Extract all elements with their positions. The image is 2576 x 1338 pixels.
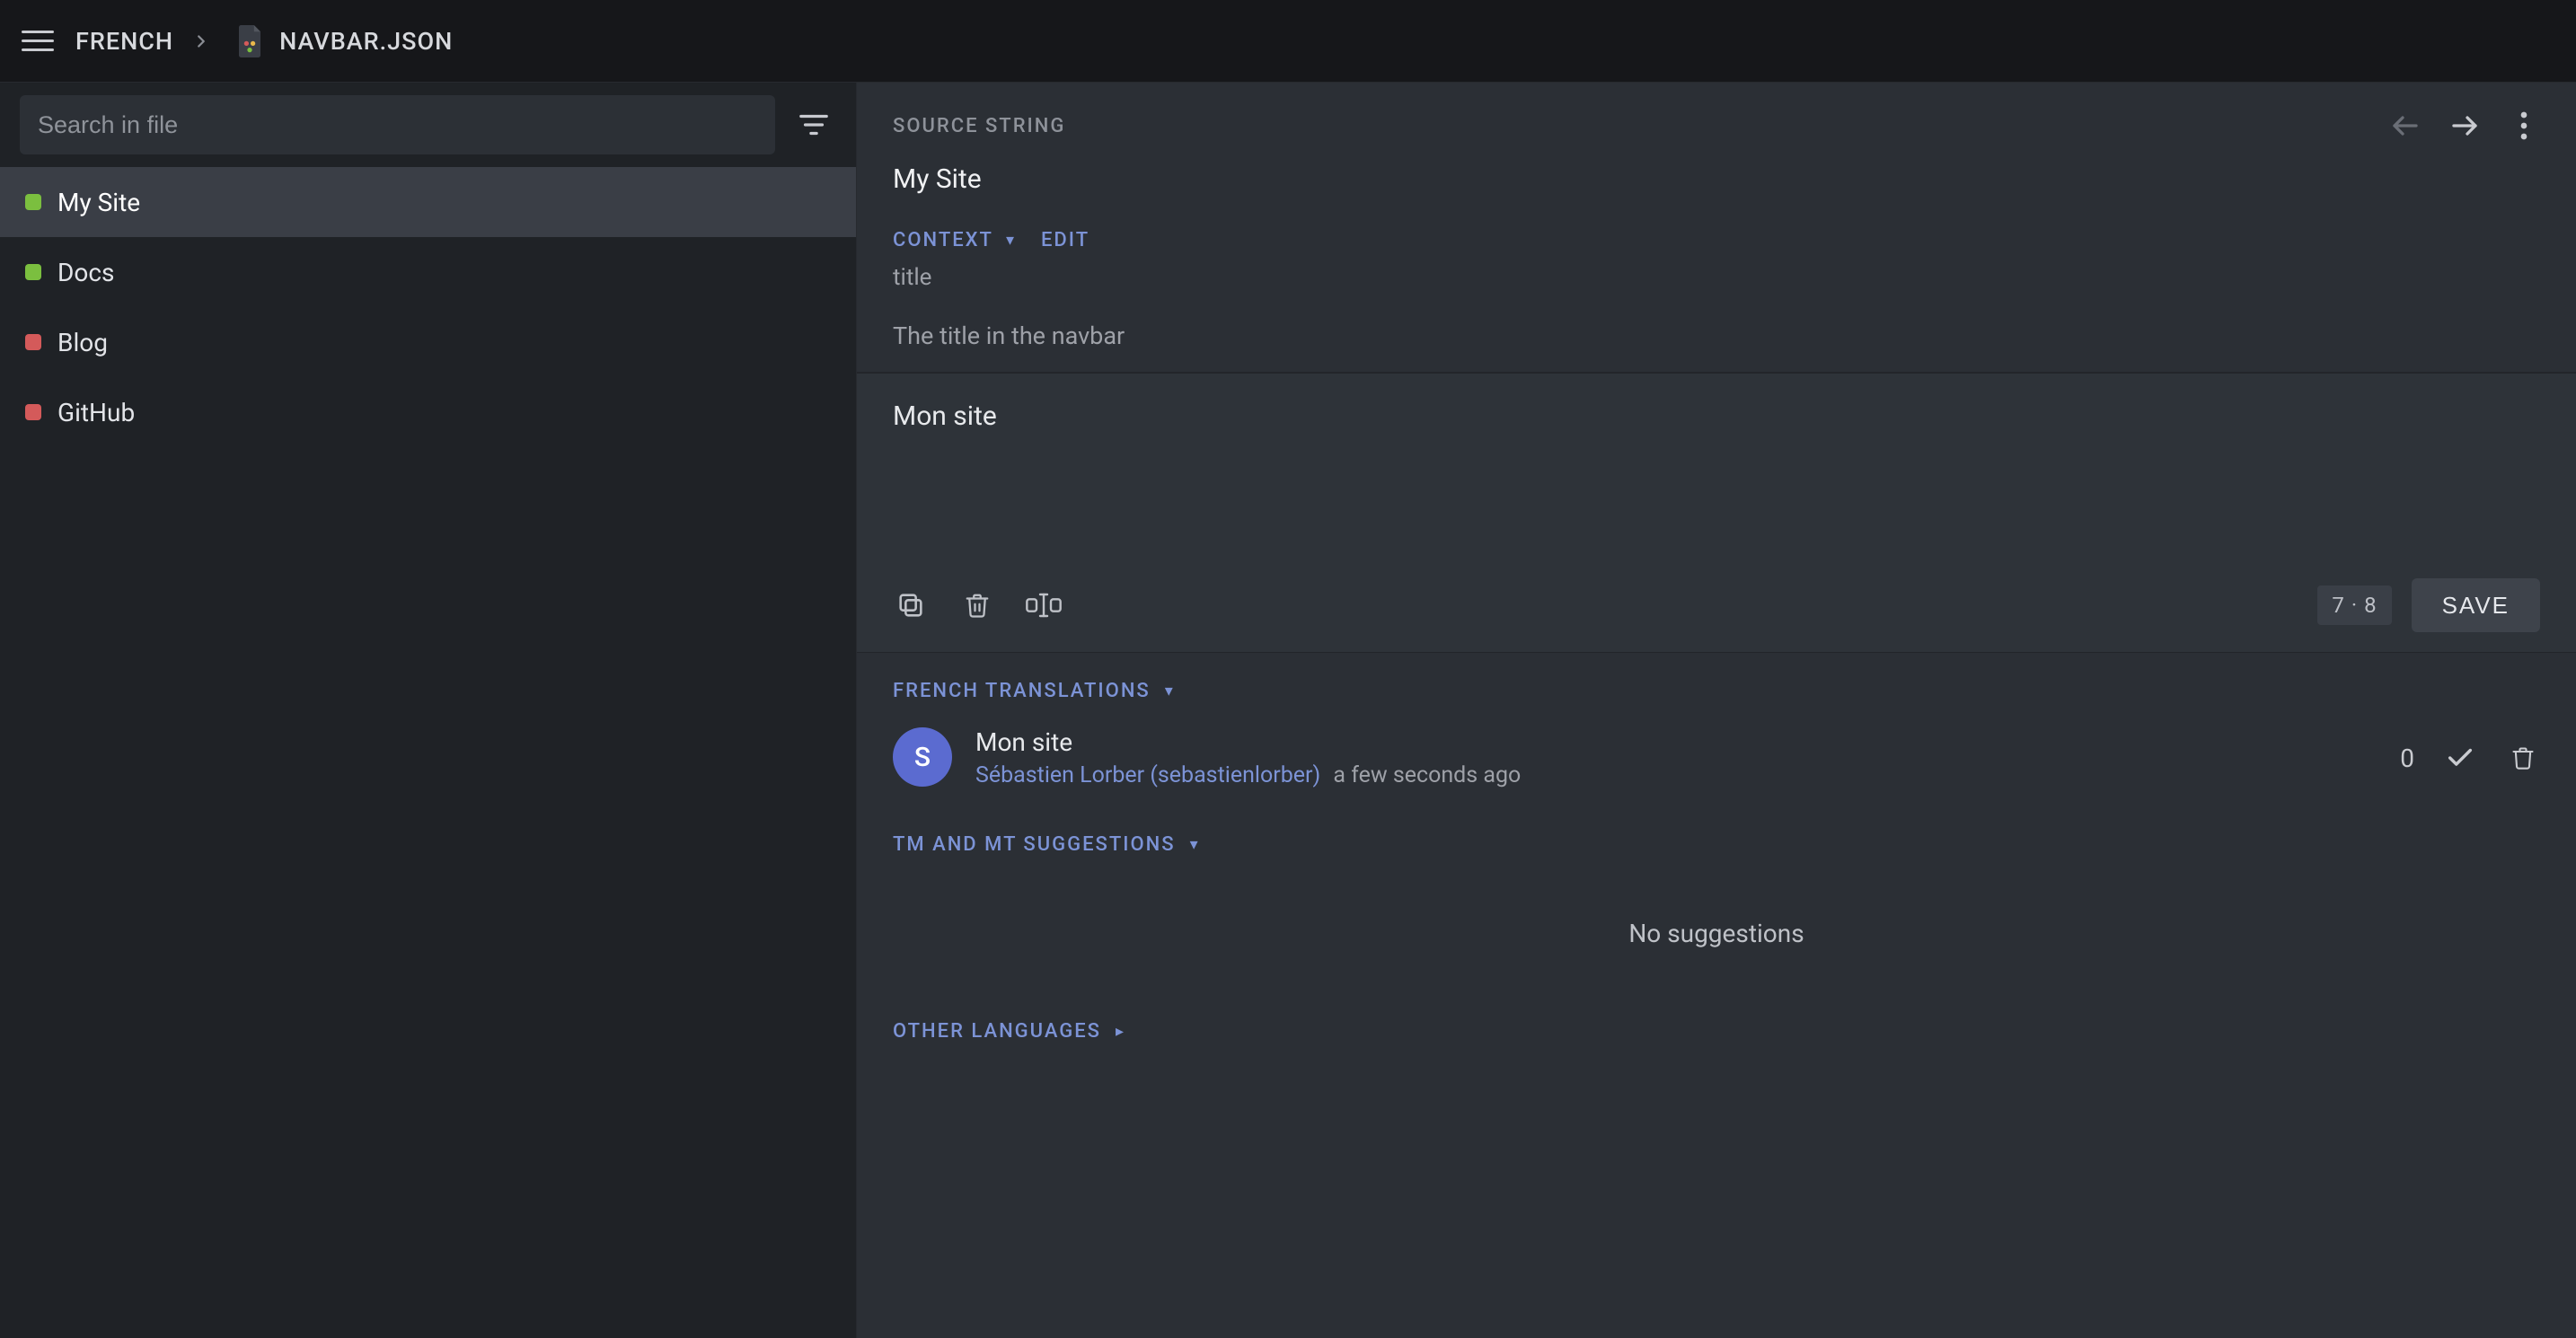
breadcrumb-language[interactable]: FRENCH bbox=[75, 27, 173, 56]
context-key: title bbox=[893, 264, 2540, 291]
string-item-label: GitHub bbox=[57, 398, 135, 427]
char-count: 7 · 8 bbox=[2317, 585, 2391, 625]
json-file-icon bbox=[234, 23, 265, 59]
context-toggle[interactable]: CONTEXT bbox=[893, 229, 1016, 251]
translation-author[interactable]: Sébastien Lorber (sebastienlorber) bbox=[975, 762, 1320, 788]
string-item-docs[interactable]: Docs bbox=[0, 237, 856, 307]
translation-input[interactable] bbox=[893, 401, 2540, 553]
translation-text: Mon site bbox=[975, 727, 1521, 757]
approve-button[interactable] bbox=[2443, 741, 2477, 775]
status-indicator bbox=[25, 404, 41, 420]
content-pane: SOURCE STRING My Site bbox=[857, 83, 2576, 1338]
breadcrumb-file-label: NAVBAR.JSON bbox=[279, 27, 453, 56]
next-string-button[interactable] bbox=[2448, 110, 2481, 142]
source-string-label: SOURCE STRING bbox=[893, 115, 1065, 137]
translation-item[interactable]: S Mon site Sébastien Lorber (sebastienlo… bbox=[893, 727, 2540, 788]
other-languages-toggle[interactable]: OTHER LANGUAGES bbox=[893, 1020, 2540, 1043]
translations-block: FRENCH TRANSLATIONS S Mon site Sébastien… bbox=[857, 653, 2576, 797]
context-edit-button[interactable]: EDIT bbox=[1041, 229, 1090, 251]
status-indicator bbox=[25, 334, 41, 350]
clear-button[interactable] bbox=[959, 587, 995, 623]
string-item-github[interactable]: GitHub bbox=[0, 377, 856, 447]
copy-source-button[interactable] bbox=[893, 587, 929, 623]
menu-button[interactable] bbox=[22, 21, 63, 62]
vote-score: 0 bbox=[2400, 744, 2414, 773]
string-list: My Site Docs Blog GitHub bbox=[0, 167, 856, 1338]
other-languages-block: OTHER LANGUAGES bbox=[857, 993, 2576, 1070]
tm-toggle[interactable]: TM AND MT SUGGESTIONS bbox=[893, 833, 2540, 856]
status-indicator bbox=[25, 264, 41, 280]
string-item-label: Blog bbox=[57, 328, 108, 357]
source-text: My Site bbox=[893, 163, 2540, 195]
topbar: FRENCH NAVBAR.JSON bbox=[0, 0, 2576, 83]
no-suggestions-text: No suggestions bbox=[893, 919, 2540, 948]
sidebar: My Site Docs Blog GitHub bbox=[0, 83, 857, 1338]
string-item-blog[interactable]: Blog bbox=[0, 307, 856, 377]
save-button[interactable]: SAVE bbox=[2412, 578, 2540, 632]
avatar: S bbox=[893, 727, 952, 787]
editor-block: 7 · 8 SAVE bbox=[857, 373, 2576, 653]
chevron-right-icon bbox=[191, 31, 211, 51]
status-indicator bbox=[25, 194, 41, 210]
filter-button[interactable] bbox=[791, 102, 836, 147]
breadcrumb-file[interactable]: NAVBAR.JSON bbox=[234, 23, 453, 59]
delete-translation-button[interactable] bbox=[2506, 741, 2540, 775]
tm-block: TM AND MT SUGGESTIONS No suggestions bbox=[857, 797, 2576, 993]
string-item-label: My Site bbox=[57, 188, 140, 217]
context-description: The title in the navbar bbox=[893, 321, 2540, 350]
more-menu-button[interactable] bbox=[2508, 110, 2540, 142]
search-input[interactable] bbox=[20, 95, 775, 154]
source-block: SOURCE STRING My Site bbox=[857, 83, 2576, 373]
prev-string-button[interactable] bbox=[2389, 110, 2422, 142]
translation-time: a few seconds ago bbox=[1333, 762, 1521, 788]
string-item-label: Docs bbox=[57, 258, 114, 287]
translations-toggle[interactable]: FRENCH TRANSLATIONS bbox=[893, 680, 2540, 702]
string-item-my-site[interactable]: My Site bbox=[0, 167, 856, 237]
insert-placeholder-button[interactable] bbox=[1026, 587, 1062, 623]
